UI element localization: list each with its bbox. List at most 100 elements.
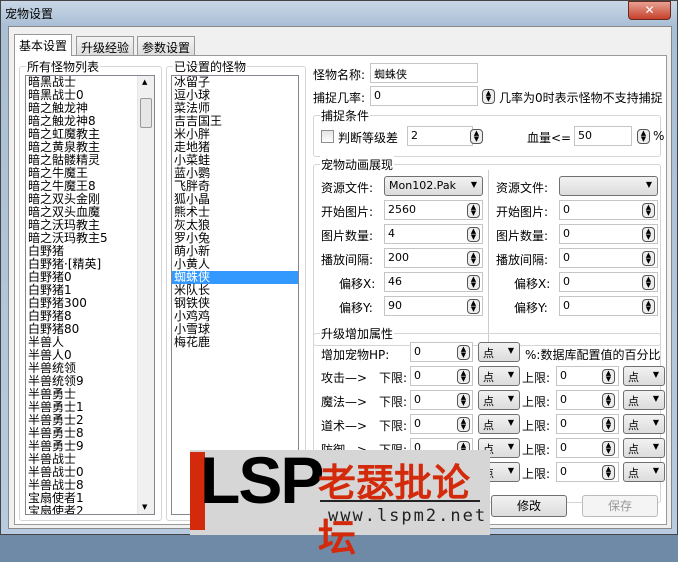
anim-label: 开始图片: <box>496 205 549 219</box>
unit-select[interactable]: 点▼ <box>623 390 665 410</box>
unit-select[interactable]: 点▼ <box>623 414 665 434</box>
spin-icon[interactable]: ▲▼ <box>482 89 495 104</box>
spin-icon[interactable]: ▲▼ <box>642 251 655 266</box>
anim-label: 图片数量: <box>321 229 374 243</box>
selected-value: 点 <box>628 371 639 384</box>
spin-icon[interactable]: ▲▼ <box>470 129 483 144</box>
animation-label: 宠物动画展现 <box>320 156 395 173</box>
spin-icon[interactable]: ▲▼ <box>467 203 480 218</box>
unit-select[interactable]: 点▼ <box>478 414 520 434</box>
spin-icon[interactable]: ▲▼ <box>602 441 615 456</box>
attr-label: 攻击—> <box>321 371 368 385</box>
spin-icon[interactable]: ▲▼ <box>602 465 615 480</box>
scrollbar[interactable]: ▲ ▼ <box>137 76 154 514</box>
selected-value: 点 <box>483 371 494 384</box>
unit-select[interactable]: 点▼ <box>478 342 520 362</box>
chevron-down-icon: ▼ <box>507 370 514 379</box>
selected-value: 点 <box>628 419 639 432</box>
chevron-down-icon: ▼ <box>470 180 477 189</box>
selected-value: 点 <box>483 347 494 360</box>
all-monsters-list[interactable]: ▲ ▼ 暗黑战士 暗黑战士0 暗之触龙神 暗之触龙神8 暗之虹魔教主 暗之黄泉教主 暗之骷髅… <box>25 75 155 515</box>
all-monsters-label: 所有怪物列表 <box>26 58 101 75</box>
set-monsters-label: 已设置的怪物 <box>173 58 248 75</box>
hp-input[interactable]: 50 <box>574 126 632 146</box>
list-item[interactable]: 梅花鹿 <box>172 336 298 349</box>
upper-label: 上限: <box>522 419 551 433</box>
level-diff-input[interactable]: 2 <box>407 126 473 146</box>
tab-params[interactable]: 参数设置 <box>137 36 196 55</box>
resource-file-select[interactable]: Mon102.Pak ▼ <box>384 176 483 196</box>
chevron-down-icon: ▼ <box>507 418 514 427</box>
spin-icon[interactable]: ▲▼ <box>602 393 615 408</box>
selected-value: 点 <box>628 467 639 480</box>
selected-value: 点 <box>483 395 494 408</box>
scroll-thumb[interactable] <box>140 98 152 128</box>
spin-icon[interactable]: ▲▼ <box>457 417 470 432</box>
rate-input[interactable]: 0 <box>370 86 478 106</box>
spin-icon[interactable]: ▲▼ <box>457 393 470 408</box>
selected-value: 点 <box>483 419 494 432</box>
name-input[interactable]: 蜘蛛侠 <box>370 63 478 83</box>
window-title: 宠物设置 <box>5 7 54 21</box>
lower-label: 下限: <box>379 395 408 409</box>
spin-icon[interactable]: ▲▼ <box>602 417 615 432</box>
spin-icon[interactable]: ▲▼ <box>642 227 655 242</box>
hp-add-hint: %:数据库配置值的百分比 <box>525 348 661 362</box>
hp-label: 血量<= <box>527 131 572 145</box>
spin-icon[interactable]: ▲▼ <box>602 369 615 384</box>
spin-icon[interactable]: ▲▼ <box>467 299 480 314</box>
lower-label: 下限: <box>379 371 408 385</box>
logo-url: www.lspm2.net <box>328 506 488 526</box>
upper-label: 上限: <box>522 467 551 481</box>
hp-add-label: 增加宠物HP: <box>321 348 390 362</box>
chevron-down-icon: ▼ <box>652 418 659 427</box>
spin-icon[interactable]: ▲▼ <box>457 345 470 360</box>
chevron-down-icon: ▼ <box>507 346 514 355</box>
scroll-up-icon[interactable]: ▲ <box>142 78 147 86</box>
all-monsters-group: 所有怪物列表 ▲ ▼ 暗黑战士 暗黑战士0 暗之触龙神 暗之触龙神8 暗之虹魔教主 暗之黄… <box>19 58 162 521</box>
chevron-down-icon: ▼ <box>652 466 659 475</box>
unit-select[interactable]: 点▼ <box>623 366 665 386</box>
anim-label: 偏移X: <box>514 277 551 291</box>
percent-label: % <box>653 129 665 143</box>
logo-text: LSP <box>200 443 324 517</box>
spin-icon[interactable]: ▲▼ <box>642 299 655 314</box>
chevron-down-icon: ▼ <box>645 180 652 189</box>
anim-label: 偏移Y: <box>339 301 373 315</box>
anim-label: 图片数量: <box>496 229 549 243</box>
level-diff-checkbox[interactable] <box>321 130 334 143</box>
anim-label: 播放间隔: <box>321 253 374 267</box>
name-label: 怪物名称: <box>313 68 366 82</box>
chevron-down-icon: ▼ <box>507 442 514 451</box>
modify-button[interactable]: 修改 <box>491 495 567 517</box>
close-icon[interactable]: ✕ <box>628 1 671 20</box>
spin-icon[interactable]: ▲▼ <box>642 275 655 290</box>
upper-label: 上限: <box>522 371 551 385</box>
list-item[interactable]: 宝扇使者2 <box>26 505 154 515</box>
chevron-down-icon: ▼ <box>507 394 514 403</box>
selected-value: Mon102.Pak <box>389 179 456 192</box>
resource-file-select[interactable]: ▼ <box>559 176 658 196</box>
chevron-down-icon: ▼ <box>652 394 659 403</box>
unit-select[interactable]: 点▼ <box>478 390 520 410</box>
spin-icon[interactable]: ▲▼ <box>642 203 655 218</box>
selected-value: 点 <box>628 395 639 408</box>
spin-icon[interactable]: ▲▼ <box>467 251 480 266</box>
spin-icon[interactable]: ▲▼ <box>467 275 480 290</box>
animation-group: 宠物动画展现 资源文件: Mon102.Pak ▼ 资源文件: ▼ 开始图片: 2560 ▲ ▼… <box>313 156 661 346</box>
spin-icon[interactable]: ▲▼ <box>637 129 650 144</box>
spin-icon[interactable]: ▲▼ <box>457 369 470 384</box>
unit-select[interactable]: 点▼ <box>623 438 665 458</box>
unit-select[interactable]: 点▼ <box>478 366 520 386</box>
tab-upgrade-exp[interactable]: 升级经验 <box>76 36 135 55</box>
scroll-down-icon[interactable]: ▼ <box>142 503 147 511</box>
anim-label: 开始图片: <box>321 205 374 219</box>
tab-basic[interactable]: 基本设置 <box>14 34 73 56</box>
attr-label: 魔法—> <box>321 395 368 409</box>
unit-select[interactable]: 点▼ <box>623 462 665 482</box>
chevron-down-icon: ▼ <box>652 370 659 379</box>
save-button[interactable]: 保存 <box>582 495 658 517</box>
anim-label: 播放间隔: <box>496 253 549 267</box>
divider <box>488 170 489 342</box>
spin-icon[interactable]: ▲▼ <box>467 227 480 242</box>
